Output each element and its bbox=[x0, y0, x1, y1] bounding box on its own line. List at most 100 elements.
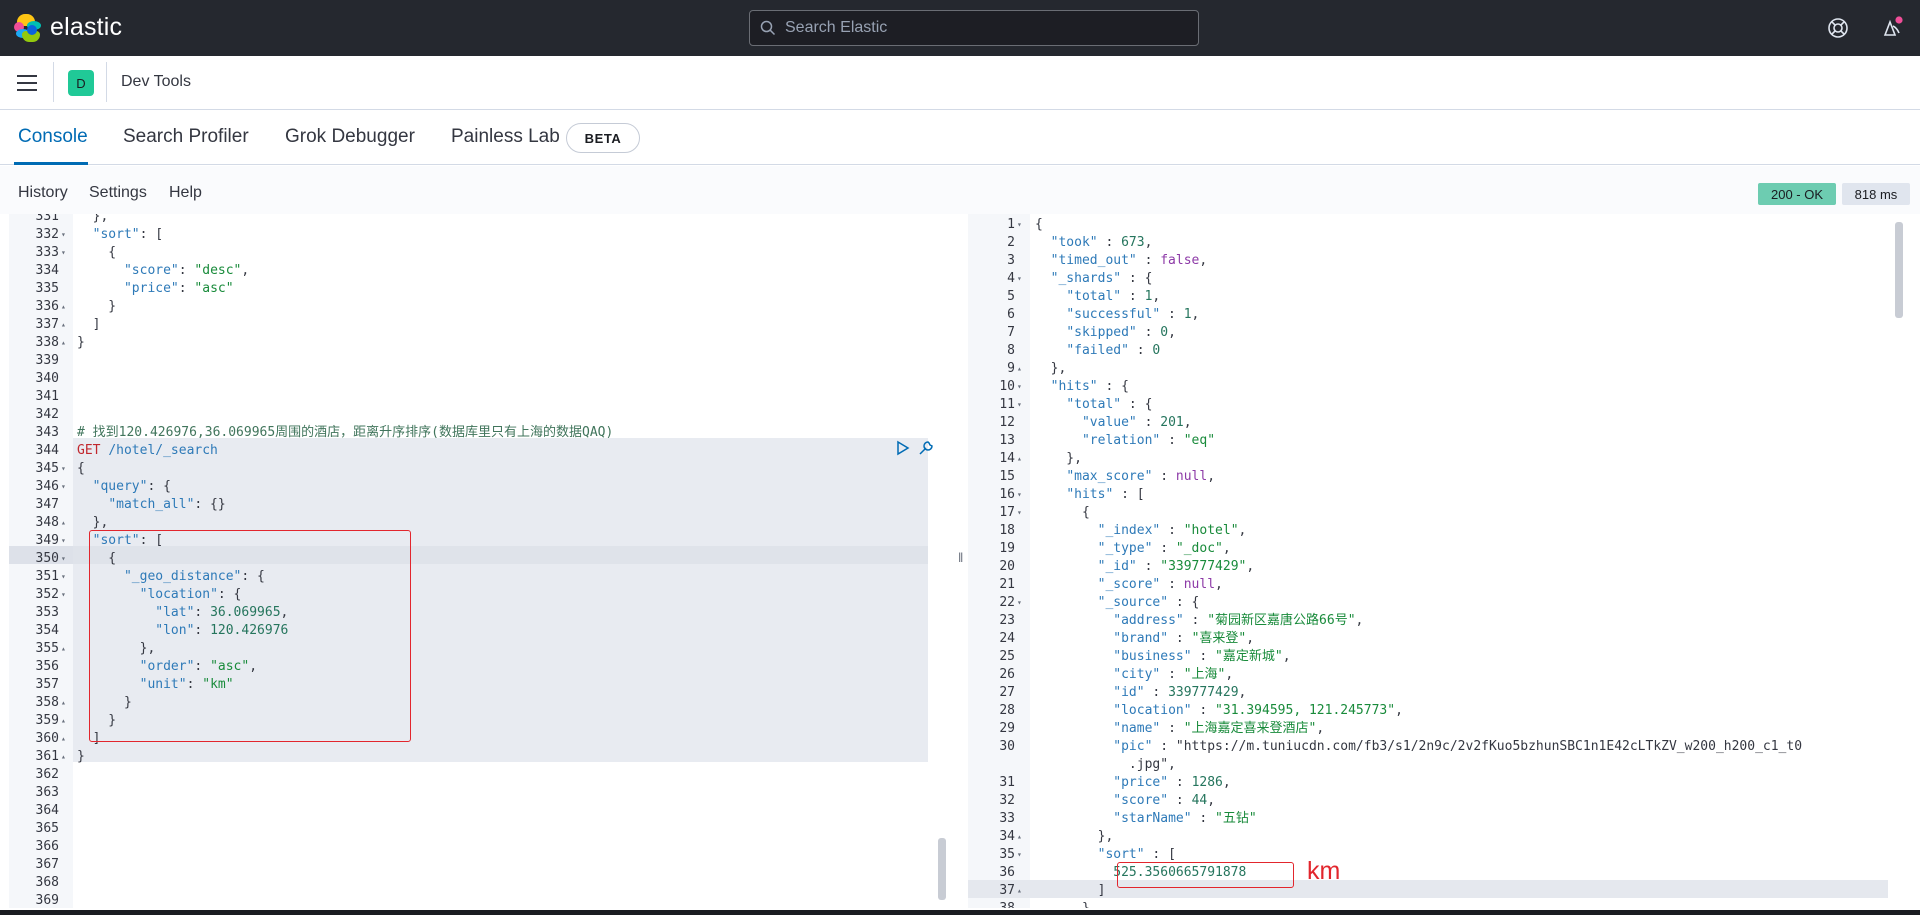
code-text: ] bbox=[1035, 883, 1106, 898]
elastic-logo[interactable]: elastic bbox=[14, 13, 122, 42]
response-code-line: 20 "_id" : "339777429", bbox=[968, 558, 1912, 576]
help-lifebuoy-icon[interactable] bbox=[1826, 16, 1850, 40]
fold-toggle-icon[interactable]: ▴ bbox=[61, 640, 66, 658]
settings-link[interactable]: Settings bbox=[89, 184, 147, 202]
tab-painless-lab[interactable]: Painless Lab bbox=[451, 126, 560, 148]
line-number: 332 bbox=[35, 227, 59, 242]
fold-toggle-icon[interactable]: ▾ bbox=[1017, 378, 1022, 396]
line-number: 23 bbox=[999, 613, 1015, 628]
response-code-line: 3 "timed_out" : false, bbox=[968, 252, 1912, 270]
tab-search-profiler[interactable]: Search Profiler bbox=[123, 126, 249, 148]
history-link[interactable]: History bbox=[18, 184, 68, 202]
request-code-line: 334 "score": "desc", bbox=[9, 262, 935, 280]
response-code-line: 8 "failed" : 0 bbox=[968, 342, 1912, 360]
fold-toggle-icon[interactable]: ▴ bbox=[61, 316, 66, 334]
fold-toggle-icon[interactable]: ▾ bbox=[1017, 594, 1022, 612]
global-search[interactable] bbox=[749, 10, 1199, 46]
line-number: 31 bbox=[999, 775, 1015, 790]
line-number: 9 bbox=[1007, 361, 1015, 376]
request-code-line: 342 bbox=[9, 406, 935, 424]
code-text: "id" : 339777429, bbox=[1113, 685, 1247, 700]
request-time-badge: 818 ms bbox=[1842, 183, 1910, 205]
app-header bbox=[0, 56, 1920, 110]
request-code-line: 361 ▴} bbox=[9, 748, 935, 766]
request-code-line: 346 ▾ "query": { bbox=[9, 478, 935, 496]
code-text: "brand" : "喜来登", bbox=[1113, 631, 1255, 646]
code-text: } bbox=[1035, 900, 1090, 908]
code-text: "hits" : { bbox=[1050, 379, 1129, 394]
line-number: 3 bbox=[1007, 253, 1015, 268]
menu-toggle-icon[interactable] bbox=[17, 75, 37, 91]
response-code-line: 2 "took" : 673, bbox=[968, 234, 1912, 252]
fold-toggle-icon[interactable]: ▾ bbox=[1017, 846, 1022, 864]
code-text: "took" : 673, bbox=[1050, 235, 1153, 250]
line-number: 359 bbox=[35, 713, 59, 728]
code-text: .jpg", bbox=[1035, 757, 1176, 772]
fold-toggle-icon[interactable]: ▾ bbox=[1017, 270, 1022, 288]
fold-toggle-icon[interactable]: ▾ bbox=[1017, 486, 1022, 504]
fold-toggle-icon[interactable]: ▾ bbox=[1017, 216, 1022, 234]
code-text: "business" : "嘉定新城", bbox=[1113, 649, 1291, 664]
line-number: 343 bbox=[35, 425, 59, 440]
header-divider bbox=[106, 62, 107, 102]
line-number: 12 bbox=[999, 415, 1015, 430]
line-number: 15 bbox=[999, 469, 1015, 484]
response-code-line: 15 "max_score" : null, bbox=[968, 468, 1912, 486]
response-code-line: 19 "_type" : "_doc", bbox=[968, 540, 1912, 558]
send-request-play-icon[interactable] bbox=[896, 440, 910, 456]
fold-toggle-icon[interactable]: ▴ bbox=[1017, 882, 1022, 900]
fold-toggle-icon[interactable]: ▴ bbox=[61, 334, 66, 352]
fold-toggle-icon[interactable]: ▴ bbox=[61, 730, 66, 748]
line-number: 19 bbox=[999, 541, 1015, 556]
fold-toggle-icon[interactable]: ▴ bbox=[1017, 450, 1022, 468]
fold-toggle-icon[interactable]: ▾ bbox=[61, 244, 66, 262]
wrench-icon[interactable] bbox=[918, 440, 934, 456]
pane-resize-handle[interactable]: ‖ bbox=[958, 550, 963, 565]
tab-grok-debugger[interactable]: Grok Debugger bbox=[285, 126, 415, 148]
code-text: "starName" : "五钻" bbox=[1113, 811, 1257, 826]
fold-toggle-icon[interactable]: ▾ bbox=[1017, 504, 1022, 522]
code-text: "score" : 44, bbox=[1113, 793, 1216, 808]
search-input[interactable] bbox=[785, 19, 1185, 37]
fold-toggle-icon[interactable]: ▾ bbox=[61, 568, 66, 586]
active-tab-indicator bbox=[14, 162, 88, 165]
line-number: 27 bbox=[999, 685, 1015, 700]
fold-toggle-icon[interactable]: ▾ bbox=[61, 586, 66, 604]
line-number: 357 bbox=[35, 677, 59, 692]
fold-toggle-icon[interactable]: ▴ bbox=[61, 298, 66, 316]
fold-toggle-icon[interactable]: ▾ bbox=[61, 532, 66, 550]
line-number: 28 bbox=[999, 703, 1015, 718]
line-number: 337 bbox=[35, 317, 59, 332]
line-number: 346 bbox=[35, 479, 59, 494]
newsfeed-icon[interactable] bbox=[1880, 16, 1904, 40]
fold-toggle-icon[interactable]: ▾ bbox=[61, 460, 66, 478]
response-code-line: 33 "starName" : "五钻" bbox=[968, 810, 1912, 828]
line-number: 33 bbox=[999, 811, 1015, 826]
response-code-line: 14 ▴ }, bbox=[968, 450, 1912, 468]
help-link[interactable]: Help bbox=[169, 184, 202, 202]
fold-toggle-icon[interactable]: ▾ bbox=[61, 478, 66, 496]
fold-toggle-icon[interactable]: ▴ bbox=[1017, 360, 1022, 378]
tab-console[interactable]: Console bbox=[18, 126, 88, 148]
fold-toggle-icon[interactable]: ▴ bbox=[61, 514, 66, 532]
code-text: "city" : "上海", bbox=[1113, 667, 1234, 682]
response-code-line: 7 "skipped" : 0, bbox=[968, 324, 1912, 342]
code-text: } bbox=[77, 749, 85, 764]
line-number: 368 bbox=[35, 875, 59, 890]
line-number: 340 bbox=[35, 371, 59, 386]
line-number: 36 bbox=[999, 865, 1015, 880]
fold-toggle-icon[interactable]: ▴ bbox=[61, 712, 66, 730]
line-number: 333 bbox=[35, 245, 59, 260]
fold-toggle-icon[interactable]: ▴ bbox=[61, 694, 66, 712]
response-scrollbar[interactable] bbox=[1895, 222, 1903, 318]
fold-toggle-icon[interactable]: ▾ bbox=[61, 226, 66, 244]
fold-toggle-icon[interactable]: ▴ bbox=[61, 748, 66, 766]
space-avatar[interactable]: D bbox=[68, 70, 94, 96]
fold-toggle-icon[interactable]: ▾ bbox=[61, 550, 66, 568]
request-code-line: 339 bbox=[9, 352, 935, 370]
line-number: 336 bbox=[35, 299, 59, 314]
fold-toggle-icon[interactable]: ▴ bbox=[1017, 828, 1022, 846]
request-code-line: 344 GET /hotel/_search bbox=[9, 442, 935, 460]
fold-toggle-icon[interactable]: ▾ bbox=[1017, 396, 1022, 414]
request-scrollbar[interactable] bbox=[938, 838, 946, 900]
